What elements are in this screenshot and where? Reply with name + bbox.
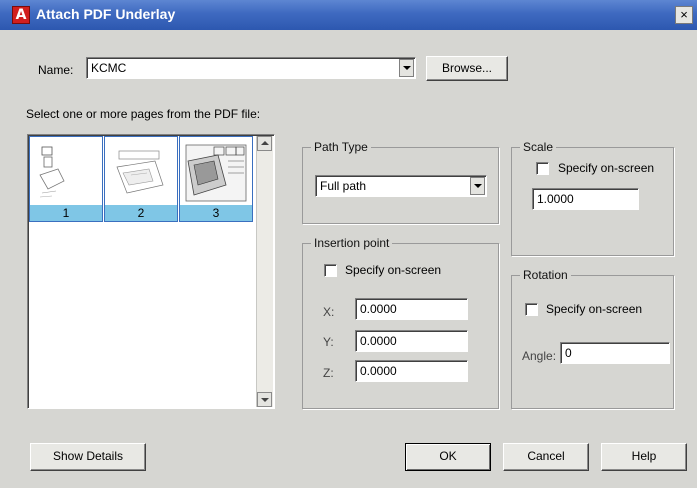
scroll-down-icon[interactable] xyxy=(257,392,272,407)
help-button[interactable]: Help xyxy=(601,443,687,471)
pages-instruction: Select one or more pages from the PDF fi… xyxy=(26,107,261,121)
angle-label: Angle: xyxy=(522,349,557,363)
browse-button-label: Browse... xyxy=(441,61,492,75)
insertion-specify-checkbox[interactable] xyxy=(324,264,337,277)
pdf-page-thumbnail-icon xyxy=(39,146,65,198)
insertion-z-input[interactable]: 0.0000 xyxy=(355,360,468,382)
name-label: Name: xyxy=(38,63,74,77)
title-bar[interactable]: A Attach PDF Underlay × xyxy=(0,0,697,30)
autocad-app-icon: A xyxy=(12,6,30,24)
ok-label: OK xyxy=(439,449,457,463)
insertion-point-title: Insertion point xyxy=(311,236,393,250)
scale-title: Scale xyxy=(520,140,557,154)
page-thumbnail[interactable]: 1 xyxy=(29,136,103,222)
path-type-value: Full path xyxy=(320,179,367,193)
chevron-down-icon[interactable] xyxy=(470,177,485,195)
insertion-x-input[interactable]: 0.0000 xyxy=(355,298,468,320)
rotation-title: Rotation xyxy=(520,268,571,282)
pages-scrollbar[interactable] xyxy=(256,136,273,407)
scale-input[interactable]: 1.0000 xyxy=(532,188,639,210)
page-thumbnail[interactable]: 3 xyxy=(179,136,253,222)
show-details-button[interactable]: Show Details xyxy=(30,443,146,471)
attach-pdf-underlay-dialog: A Attach PDF Underlay × Name: KCMC Brows… xyxy=(0,0,697,488)
cancel-label: Cancel xyxy=(527,449,565,463)
close-button[interactable]: × xyxy=(675,6,693,24)
scroll-up-icon[interactable] xyxy=(257,136,272,151)
cancel-button[interactable]: Cancel xyxy=(503,443,589,471)
page-number: 2 xyxy=(105,205,177,221)
ok-button[interactable]: OK xyxy=(405,443,491,471)
show-details-label: Show Details xyxy=(52,449,124,463)
pdf-pages-list[interactable]: 1 2 3 xyxy=(27,134,275,409)
scale-specify-label: Specify on-screen xyxy=(558,161,655,175)
rotation-specify-label: Specify on-screen xyxy=(546,302,643,316)
pdf-page-thumbnail-icon xyxy=(116,150,164,194)
browse-button[interactable]: Browse... xyxy=(426,56,508,81)
name-value: KCMC xyxy=(91,61,127,75)
page-thumbnail[interactable]: 2 xyxy=(104,136,178,222)
insertion-y-input[interactable]: 0.0000 xyxy=(355,330,468,352)
window-title: Attach PDF Underlay xyxy=(36,6,176,22)
z-label: Z: xyxy=(323,366,334,380)
page-number: 1 xyxy=(30,205,102,221)
insertion-specify-label: Specify on-screen xyxy=(345,263,442,277)
path-type-title: Path Type xyxy=(311,140,371,154)
x-label: X: xyxy=(323,305,335,319)
chevron-down-icon[interactable] xyxy=(399,59,414,77)
y-label: Y: xyxy=(323,335,334,349)
page-number: 3 xyxy=(180,205,252,221)
help-label: Help xyxy=(631,449,657,463)
rotation-specify-checkbox[interactable] xyxy=(525,303,538,316)
scale-specify-checkbox[interactable] xyxy=(536,162,549,175)
name-dropdown[interactable]: KCMC xyxy=(86,57,416,79)
pdf-page-thumbnail-icon xyxy=(185,144,247,202)
rotation-angle-input[interactable]: 0 xyxy=(560,342,670,364)
path-type-dropdown[interactable]: Full path xyxy=(315,175,487,197)
